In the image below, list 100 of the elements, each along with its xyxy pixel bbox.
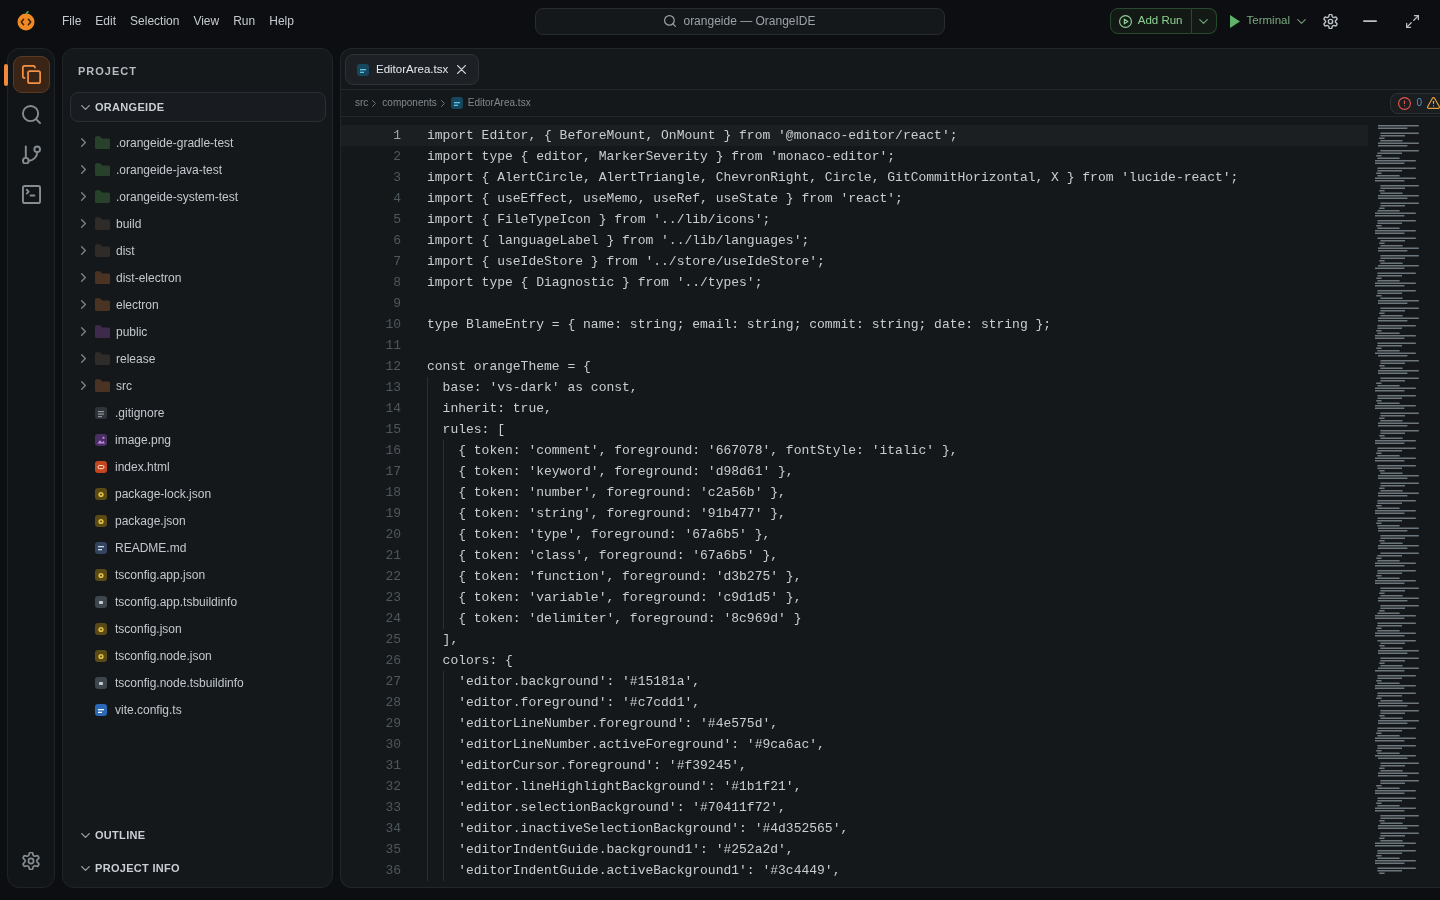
tree-item[interactable]: dist	[70, 237, 326, 264]
code-line: type BlameEntry = { name: string; email: string; commit: string; date: string };	[427, 316, 1052, 334]
code-line: import type { editor, MarkerSeverity } from 'monaco-editor';	[427, 148, 896, 166]
terminal-button[interactable]: Terminal	[1229, 8, 1306, 34]
file-icon	[95, 541, 107, 554]
tree-item[interactable]: tsconfig.app.tsbuildinfo	[70, 588, 326, 615]
line-number: 4	[392, 190, 401, 208]
code-line: import { useEffect, useMemo, useRef, useState } from 'react';	[427, 190, 903, 208]
line-number: 17	[384, 463, 401, 481]
file-icon	[357, 63, 369, 76]
tree-item[interactable]: tsconfig.json	[70, 615, 326, 642]
chevron-down-icon	[1199, 18, 1209, 24]
file-icon	[95, 514, 107, 527]
add-run-button[interactable]: Add Run	[1109, 8, 1192, 34]
breadcrumb-link[interactable]: components	[382, 97, 437, 109]
tree-item[interactable]: image.png	[70, 426, 326, 453]
search-icon	[21, 105, 41, 124]
line-number: 1	[392, 127, 401, 145]
menu-item[interactable]: Help	[269, 13, 294, 29]
tree-item[interactable]: electron	[70, 291, 326, 318]
close-icon[interactable]	[457, 65, 467, 74]
breadcrumb-link[interactable]: EditorArea.tsx	[467, 97, 531, 109]
error-count: 0	[1416, 97, 1422, 109]
code-line: const orangeTheme = {	[427, 358, 591, 376]
settings-icon[interactable]	[1323, 13, 1338, 29]
line-number: 19	[384, 505, 401, 523]
file-icon	[95, 595, 107, 608]
tree-item[interactable]: .orangeide-system-test	[70, 183, 326, 210]
menu-item[interactable]: Edit	[95, 13, 117, 29]
git-branch-icon	[21, 145, 41, 164]
line-number: 11	[384, 337, 401, 355]
line-number: 21	[384, 547, 401, 565]
line-number: 32	[384, 778, 401, 796]
section-header[interactable]: PROJECT INFO	[70, 855, 326, 881]
file-icon	[95, 622, 107, 635]
section-header[interactable]: OUTLINE	[70, 822, 326, 848]
tree-item[interactable]: package.json	[70, 507, 326, 534]
line-number: 18	[384, 484, 401, 502]
play-icon	[1229, 14, 1240, 28]
code-line: import { FileTypeIcon } from '../lib/icons';	[427, 211, 771, 229]
error-icon	[1398, 96, 1412, 110]
line-number: 16	[384, 442, 401, 460]
files-icon	[21, 65, 41, 84]
line-number: 12	[384, 358, 401, 376]
line-number: 20	[384, 526, 401, 544]
tree-item[interactable]: dist-electron	[70, 264, 326, 291]
tree-item[interactable]: tsconfig.app.json	[70, 561, 326, 588]
tree-item[interactable]: src	[70, 372, 326, 399]
tree-item[interactable]: README.md	[70, 534, 326, 561]
file-icon	[95, 568, 107, 581]
code-line: import type { Diagnostic } from '../types';	[427, 274, 763, 292]
tree-item[interactable]: .orangeide-java-test	[70, 156, 326, 183]
line-number: 36	[384, 862, 401, 880]
maximize-icon[interactable]	[1406, 14, 1419, 28]
tree-item[interactable]: public	[70, 318, 326, 345]
line-number: 7	[392, 253, 401, 271]
file-icon	[95, 460, 107, 473]
code-line: import Editor, { BeforeMount, OnMount } from '@monaco-editor/react';	[427, 127, 958, 145]
chevron-down-icon	[1297, 18, 1306, 24]
app-logo	[17, 11, 35, 31]
line-number: 26	[384, 652, 401, 670]
settings-icon[interactable]	[22, 851, 40, 870]
line-number: 5	[392, 211, 401, 229]
menu-item[interactable]: Run	[233, 13, 256, 29]
menu-item[interactable]: File	[62, 13, 82, 29]
file-icon	[95, 649, 107, 662]
warning-icon	[1427, 97, 1440, 109]
play-circle-icon	[1118, 14, 1132, 28]
line-number: 13	[384, 379, 401, 397]
tree-item[interactable]: .gitignore	[70, 399, 326, 426]
line-number: 31	[384, 757, 401, 775]
image-file-icon	[95, 433, 107, 446]
panel-title: PROJECT	[77, 64, 137, 78]
line-number: 24	[384, 610, 401, 628]
line-number: 6	[392, 232, 401, 250]
line-number: 14	[384, 400, 401, 418]
tree-item[interactable]: index.html	[70, 453, 326, 480]
menu-item[interactable]: View	[193, 13, 220, 29]
file-icon	[95, 487, 107, 500]
breadcrumb-link[interactable]: src	[355, 97, 369, 109]
tree-item[interactable]: release	[70, 345, 326, 372]
line-number: 27	[384, 673, 401, 691]
minimize-icon[interactable]	[1363, 20, 1377, 22]
tree-item[interactable]: package-lock.json	[70, 480, 326, 507]
command-center[interactable]: orangeide — OrangeIDE	[535, 7, 945, 35]
root-folder-header[interactable]: ORANGEIDE	[70, 92, 326, 122]
search-icon	[664, 15, 677, 27]
terminal-icon	[21, 185, 41, 204]
tree-item[interactable]: .orangeide-gradle-test	[70, 129, 326, 156]
tree-item[interactable]: tsconfig.node.tsbuildinfo	[70, 669, 326, 696]
menu-item[interactable]: Selection	[130, 13, 180, 29]
tree-item[interactable]: build	[70, 210, 326, 237]
tree-item[interactable]: tsconfig.node.json	[70, 642, 326, 669]
tree-item[interactable]: vite.config.ts	[70, 696, 326, 723]
editor-tab[interactable]: EditorArea.tsx	[345, 54, 480, 85]
line-number: 33	[384, 799, 401, 817]
line-number: 23	[384, 589, 401, 607]
line-number: 3	[392, 169, 401, 187]
line-number: 15	[384, 421, 401, 439]
problems-badge[interactable]: 0	[1390, 92, 1440, 114]
